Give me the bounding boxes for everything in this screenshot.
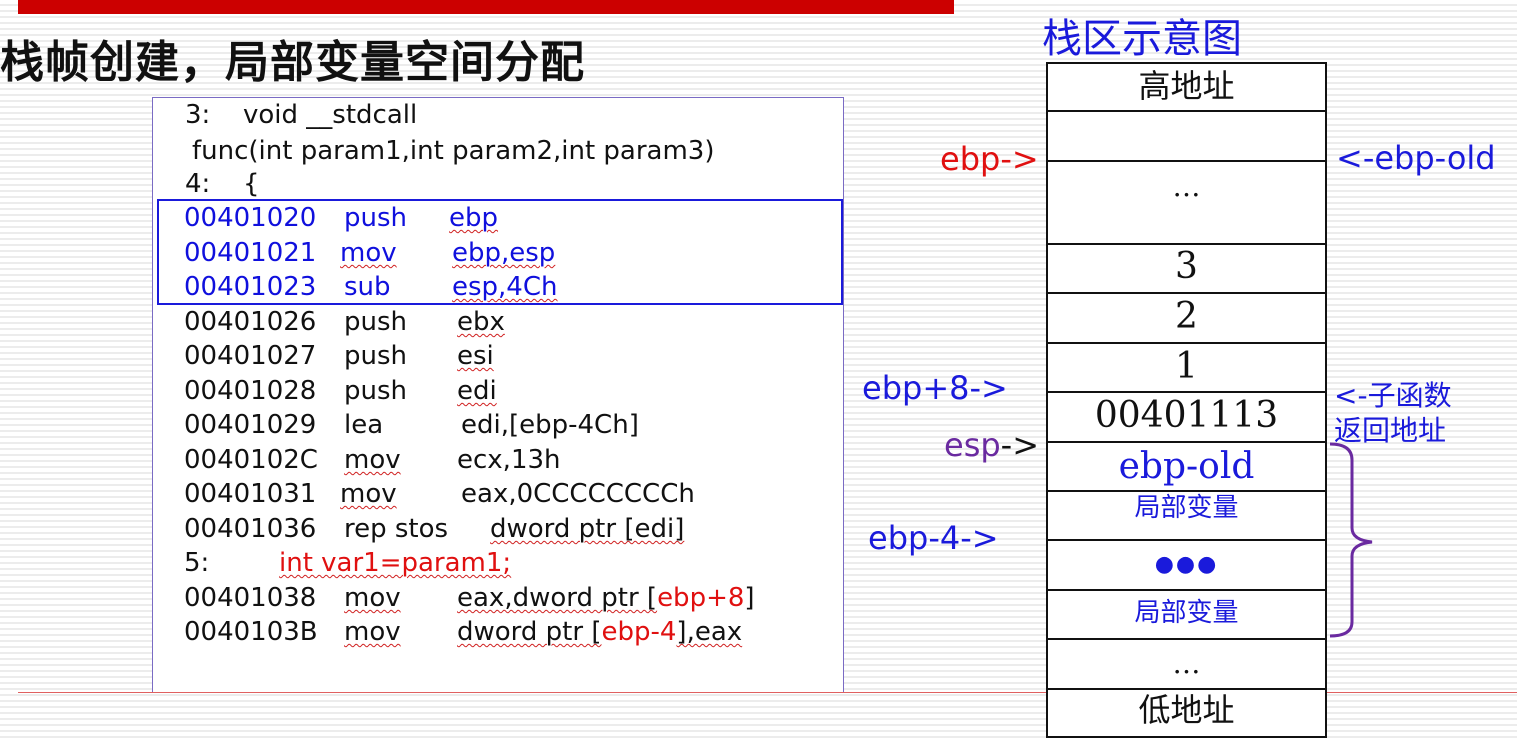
instruction-operand: edi: [457, 376, 497, 406]
instruction-opcode: push: [344, 341, 408, 371]
instruction-opcode: rep stos: [344, 514, 449, 544]
stack-cell-ebp-old: ebp-old: [1118, 446, 1255, 487]
cell-divider: [1046, 342, 1327, 344]
stack-cell-param1: 1: [1175, 346, 1198, 387]
instruction-opcode: mov: [344, 617, 401, 647]
operand-suffix: ]: [744, 583, 755, 613]
line-number: 3:: [185, 100, 211, 130]
instruction-address: 00401027: [184, 341, 317, 371]
esp-pointer-label: esp->: [944, 427, 1039, 463]
slide-title: 栈帧创建，局部变量空间分配: [0, 37, 585, 88]
cell-divider: [1046, 589, 1327, 591]
instruction-operand: ebp: [449, 203, 499, 233]
operand-prefix: dword ptr [: [457, 617, 602, 647]
instruction-operand: eax,0CCCCCCCCh: [461, 479, 695, 509]
instruction-address: 00401021: [184, 238, 317, 268]
ebp-plus8-pointer-label: ebp+8->: [862, 369, 1008, 407]
stack-diagram-title: 栈区示意图: [1042, 16, 1242, 62]
instruction-address: 00401038: [184, 583, 317, 613]
esp-arrow: ->: [1000, 426, 1040, 464]
operand-highlight: ebp+8: [657, 583, 745, 613]
instruction-operand: esi: [457, 341, 494, 371]
stack-cell-ellipsis: …: [1172, 170, 1201, 203]
ebp-pointer-label: ebp->: [940, 140, 1039, 178]
operand-prefix: eax,dword ptr [: [457, 583, 658, 613]
instruction-opcode: push: [344, 307, 408, 337]
stack-cell-local-variable: 局部变量: [1134, 493, 1239, 523]
instruction-operand: eax,dword ptr [ebp+8]: [457, 583, 755, 613]
instruction-address: 00401028: [184, 376, 317, 406]
instruction-address: 0040102C: [184, 445, 318, 475]
source-statement: int var1=param1;: [279, 548, 512, 578]
stack-cell-param3: 3: [1175, 246, 1198, 287]
instruction-row: 0040103B mov dword ptr [ebp-4],eax: [184, 617, 742, 737]
stack-cell-local-variable: 局部变量: [1134, 598, 1239, 628]
cell-divider: [1046, 292, 1327, 294]
instruction-operand: dword ptr [ebp-4],eax: [457, 617, 742, 647]
instruction-address: 00401020: [184, 203, 317, 233]
instruction-opcode: push: [344, 376, 408, 406]
cell-divider: [1046, 160, 1327, 162]
stack-cell-dots: ●●●: [1154, 552, 1219, 577]
stack-cell-return-address: 00401113: [1094, 395, 1279, 436]
title-accent-bar: [18, 0, 954, 14]
return-address-note-line1: <-子函数: [1334, 379, 1452, 412]
stack-cell-ellipsis: …: [1172, 647, 1201, 680]
line-number: 4:: [185, 169, 211, 199]
operand-suffix: ],eax: [676, 617, 743, 647]
local-variables-brace: [1329, 442, 1373, 638]
stack-cell-high-address: 高地址: [1138, 67, 1235, 105]
cell-divider: [1046, 539, 1327, 541]
instruction-operand: dword ptr [edi]: [490, 514, 685, 544]
cell-divider: [1046, 441, 1327, 443]
instruction-operand: ecx,13h: [457, 445, 561, 475]
stack-cell-param2: 2: [1175, 296, 1198, 337]
instruction-address: 0040103B: [184, 617, 318, 647]
instruction-operand: edi,[ebp-4Ch]: [461, 410, 639, 440]
ebp-minus4-pointer-label: ebp-4->: [868, 519, 999, 557]
cell-divider: [1046, 110, 1327, 112]
function-signature-part2: func(int param1,int param2,int param3): [192, 136, 715, 166]
instruction-opcode: mov: [344, 583, 401, 613]
instruction-opcode: mov: [344, 445, 401, 475]
instruction-opcode: lea: [344, 410, 384, 440]
instruction-address: 00401029: [184, 410, 317, 440]
instruction-opcode: push: [344, 203, 408, 233]
instruction-operand: ebp,esp: [452, 238, 556, 268]
instruction-opcode: mov: [340, 238, 397, 268]
function-signature-part1: void __stdcall: [243, 100, 418, 130]
instruction-address: 00401036: [184, 514, 317, 544]
operand-highlight: ebp-4: [601, 617, 677, 647]
ebp-old-pointer-label: <-ebp-old: [1336, 139, 1496, 177]
esp-register-name: esp: [944, 426, 1001, 464]
instruction-address: 00401023: [184, 272, 317, 302]
instruction-operand: esp,4Ch: [452, 272, 558, 302]
line-number: 5:: [184, 548, 210, 578]
instruction-address: 00401026: [184, 307, 317, 337]
cell-divider: [1046, 638, 1327, 640]
open-brace: {: [243, 169, 260, 199]
instruction-operand: ebx: [457, 307, 505, 337]
instruction-opcode: mov: [340, 479, 397, 509]
instruction-opcode: sub: [344, 272, 391, 302]
cell-divider: [1046, 391, 1327, 393]
instruction-address: 00401031: [184, 479, 317, 509]
stack-cell-low-address: 低地址: [1138, 691, 1235, 729]
cell-divider: [1046, 243, 1327, 245]
